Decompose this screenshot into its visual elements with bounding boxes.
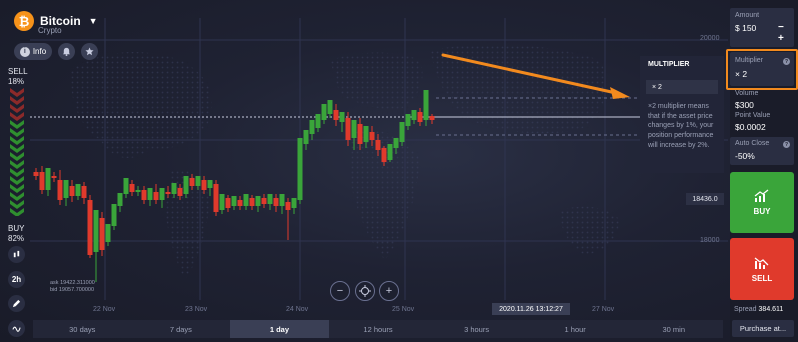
spread-label: Spread (734, 306, 757, 313)
auto-close-value: -50% (735, 151, 755, 161)
trend-up-icon (754, 189, 769, 202)
multiplier-highlight (726, 49, 798, 90)
timeframe-1-day[interactable]: 1 day (230, 320, 329, 338)
amount-increase-button[interactable]: + (778, 33, 784, 44)
wave-icon (12, 326, 21, 332)
sell-button[interactable]: SELL (730, 238, 794, 300)
amount-decrease-button[interactable]: − (778, 22, 784, 33)
auto-close-label: Auto Close (735, 140, 770, 147)
volume-value: $300 (735, 100, 754, 110)
annotation-arrow (441, 53, 630, 99)
auto-close-field[interactable]: Auto Close ? -50% (730, 137, 794, 165)
trend-down-icon (754, 256, 769, 269)
timeframe-30-days[interactable]: 30 days (33, 320, 132, 338)
amount-field[interactable]: Amount $ 150 − + (730, 8, 794, 47)
buy-button[interactable]: BUY (730, 172, 794, 233)
point-value-value: $0.0002 (735, 122, 766, 132)
sell-label: SELL (751, 273, 773, 283)
amount-label: Amount (735, 12, 760, 19)
timeframe-3-hours[interactable]: 3 hours (427, 320, 526, 338)
timeframe-30-min[interactable]: 30 min (624, 320, 723, 338)
spread-readout: Spread 384.611 (734, 306, 783, 313)
timeframe-1-hour[interactable]: 1 hour (526, 320, 625, 338)
trading-screen: 20000 18000 22 Nov 23 Nov 24 Nov 25 Nov … (0, 0, 798, 342)
timeframe-bar: 30 days 7 days 1 day 12 hours 3 hours 1 … (33, 320, 723, 338)
timeframe-7-days[interactable]: 7 days (132, 320, 231, 338)
indicators-button[interactable] (8, 320, 25, 337)
purchase-at-button[interactable]: Purchase at... (732, 320, 794, 337)
amount-value: $ 150 (735, 23, 757, 33)
point-value-label: Point Value (735, 112, 771, 119)
help-icon[interactable]: ? (783, 141, 790, 148)
spread-value: 384.611 (758, 306, 784, 313)
buy-label: BUY (753, 207, 771, 216)
volume-label: Volume (735, 90, 759, 97)
timeframe-12-hours[interactable]: 12 hours (329, 320, 428, 338)
